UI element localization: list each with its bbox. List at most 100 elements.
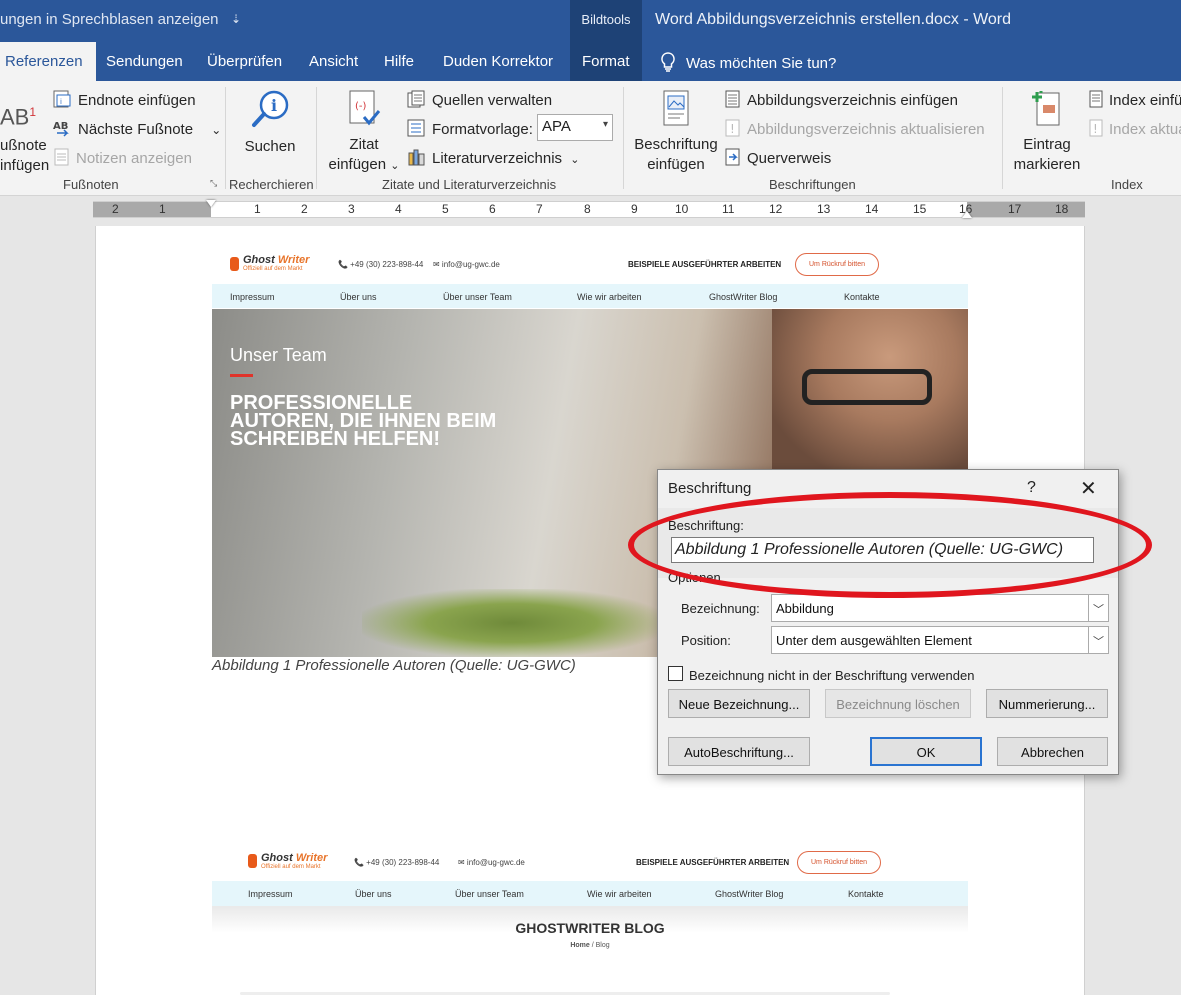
- help-icon[interactable]: ?: [1027, 479, 1036, 497]
- cross-reference-icon: [725, 148, 740, 166]
- ruler-number: 10: [675, 202, 689, 216]
- hero-accent-line: [230, 374, 253, 377]
- endnote-einfuegen-button[interactable]: i Endnote einfügen: [53, 90, 196, 109]
- suchen-button[interactable]: i Suchen: [240, 89, 300, 157]
- eintrag-markieren-button[interactable]: Eintrag markieren: [1010, 89, 1084, 175]
- site-nav-item: Kontakte: [848, 889, 884, 899]
- figure-image-blog[interactable]: Ghost Writer Offiziell auf dem Markt 📞 +…: [212, 844, 968, 995]
- fussnote-label-2: infügen: [0, 157, 50, 175]
- position-value: Unter dem ausgewählten Element: [776, 633, 972, 648]
- tab-duden-korrektor[interactable]: Duden Korrektor: [443, 42, 553, 81]
- svg-text:!: !: [730, 122, 735, 136]
- ruler-number: 2: [112, 202, 119, 216]
- close-icon[interactable]: ✕: [1080, 476, 1097, 501]
- breadcrumb-blog: Blog: [595, 942, 610, 949]
- tab-format[interactable]: Format: [570, 42, 642, 81]
- naechste-dropdown-arrow[interactable]: ⌄: [211, 123, 221, 137]
- ruler-number: 1: [159, 202, 166, 216]
- site-nav-item: Über unser Team: [443, 292, 512, 302]
- literaturverzeichnis-button[interactable]: Literaturverzeichnis ⌄: [407, 148, 579, 167]
- caption-dialog: Beschriftung ? ✕ Beschriftung: Abbildung…: [657, 469, 1119, 775]
- abbildungsverzeichnis-aktualisieren-button[interactable]: ! Abbildungsverzeichnis aktualisieren: [724, 119, 985, 138]
- zitat-label-1: Zitat: [349, 136, 379, 153]
- caption-text-input[interactable]: Abbildung 1 Professionelle Autoren (Quel…: [671, 537, 1094, 563]
- blog-title: GHOSTWRITER BLOG: [515, 920, 665, 936]
- logo-text-a: Ghost: [261, 852, 296, 864]
- ruler-number: 3: [348, 202, 355, 216]
- zitat-label-2: einfügen: [328, 156, 387, 173]
- fussnote-einfuegen-button[interactable]: AB1 ußnote infügen: [0, 99, 50, 176]
- dialog-launcher-icon[interactable]: ⤡: [210, 178, 220, 188]
- site-nav-item: Über uns: [340, 292, 377, 302]
- formatvorlage-label-wrap: Formatvorlage:: [407, 119, 533, 138]
- querverweis-button[interactable]: Querverweis: [724, 148, 831, 167]
- nummerierung-button[interactable]: Nummerierung...: [986, 689, 1108, 718]
- image-caption-text[interactable]: Abbildung 1 Professionelle Autoren (Quel…: [212, 657, 576, 674]
- site-email: ✉ info@ug-gwc.de: [458, 858, 525, 867]
- group-label-beschriftungen: Beschriftungen: [769, 177, 856, 192]
- first-line-indent-marker[interactable]: [206, 200, 216, 207]
- quellen-verwalten-button[interactable]: Quellen verwalten: [407, 90, 552, 109]
- tell-me-search[interactable]: Was möchten Sie tun?: [660, 52, 836, 72]
- footnote-ab-glyph: AB: [0, 104, 30, 130]
- site-email: ✉ info@ug-gwc.de: [433, 260, 500, 269]
- autobeschriftung-button[interactable]: AutoBeschriftung...: [668, 737, 810, 766]
- ok-button[interactable]: OK: [870, 737, 982, 766]
- right-indent-marker[interactable]: [962, 211, 972, 218]
- blog-breadcrumb: Home / Blog: [212, 942, 968, 949]
- tab-hilfe[interactable]: Hilfe: [384, 42, 414, 81]
- tab-referenzen[interactable]: Referenzen: [0, 42, 96, 81]
- citation-style-value: APA: [542, 118, 571, 135]
- beschriftung-einfuegen-button[interactable]: Beschriftung einfügen: [632, 89, 720, 175]
- ruler-number: 6: [489, 202, 496, 216]
- neue-bezeichnung-button[interactable]: Neue Bezeichnung...: [668, 689, 810, 718]
- formatvorlage-label: Formatvorlage:: [432, 121, 533, 138]
- horizontal-ruler[interactable]: 2 1 1 2 3 4 5 6 7 8 9 10 11 12 13 14 15 …: [93, 200, 1085, 218]
- tab-sendungen[interactable]: Sendungen: [106, 42, 183, 81]
- quellen-label: Quellen verwalten: [432, 92, 553, 109]
- ghostwriter-logo-icon: [230, 257, 239, 271]
- insert-caption-icon: [663, 90, 689, 126]
- zitat-einfuegen-button[interactable]: (-) Zitat einfügen ⌄: [326, 89, 402, 176]
- bezeichnung-value: Abbildung: [776, 601, 834, 616]
- site-nav-item: Impressum: [230, 292, 275, 302]
- manage-sources-icon: [407, 90, 425, 108]
- endnote-icon: i: [53, 90, 71, 108]
- abbrechen-button[interactable]: Abbrechen: [997, 737, 1108, 766]
- zitat-dropdown-arrow[interactable]: ⌄: [390, 160, 399, 172]
- beschriftung-field-label: Beschriftung:: [668, 518, 744, 533]
- bezeichnung-select[interactable]: Abbildung ﹀: [771, 594, 1109, 622]
- ruler-number: 4: [395, 202, 402, 216]
- literatur-dropdown-arrow[interactable]: ⌄: [570, 154, 579, 166]
- site-nav-item: GhostWriter Blog: [709, 292, 778, 302]
- index-einfuegen-button[interactable]: Index einfü: [1088, 90, 1181, 109]
- bibliography-icon: [408, 149, 425, 166]
- tab-ansicht[interactable]: Ansicht: [309, 42, 358, 81]
- exclude-label-checkbox[interactable]: [668, 666, 683, 681]
- notizen-label: Notizen anzeigen: [76, 150, 192, 167]
- table-of-figures-icon: [725, 90, 740, 108]
- bezeichnung-loeschen-button[interactable]: Bezeichnung löschen: [825, 689, 971, 718]
- abbildungsverzeichnis-einfuegen-button[interactable]: Abbildungsverzeichnis einfügen: [724, 90, 958, 109]
- position-select[interactable]: Unter dem ausgewählten Element ﹀: [771, 626, 1109, 654]
- ghostwriter-logo: Ghost Writer Offiziell auf dem Markt: [243, 254, 309, 272]
- ruler-number: 15: [913, 202, 927, 216]
- logo-text-b: Writer: [295, 852, 328, 864]
- qat-customize-icon[interactable]: ⇣: [231, 12, 241, 26]
- naechste-fussnote-button[interactable]: AB Nächste Fußnote ⌄: [53, 119, 221, 138]
- ruler-number: 1: [254, 202, 261, 216]
- logo-text-a: Ghost: [243, 254, 278, 266]
- index-aktualisieren-button[interactable]: ! Index aktua: [1088, 119, 1181, 138]
- citation-style-select[interactable]: APA ▾: [537, 114, 613, 141]
- literatur-label: Literaturverzeichnis: [432, 150, 563, 167]
- style-icon: [407, 119, 425, 137]
- group-separator: [225, 87, 226, 189]
- ruler-number: 8: [584, 202, 591, 216]
- site-nav: Impressum Über uns Über unser Team Wie w…: [212, 881, 968, 906]
- group-label-recherchieren: Recherchieren: [229, 177, 314, 192]
- notizen-anzeigen-button[interactable]: Notizen anzeigen: [53, 148, 192, 167]
- mark-entry-icon: [1032, 91, 1060, 126]
- site-phone: 📞 +49 (30) 223-898-44: [338, 260, 424, 269]
- bezeichnung-field-label: Bezeichnung:: [681, 601, 760, 616]
- tab-ueberpruefen[interactable]: Überprüfen: [207, 42, 282, 81]
